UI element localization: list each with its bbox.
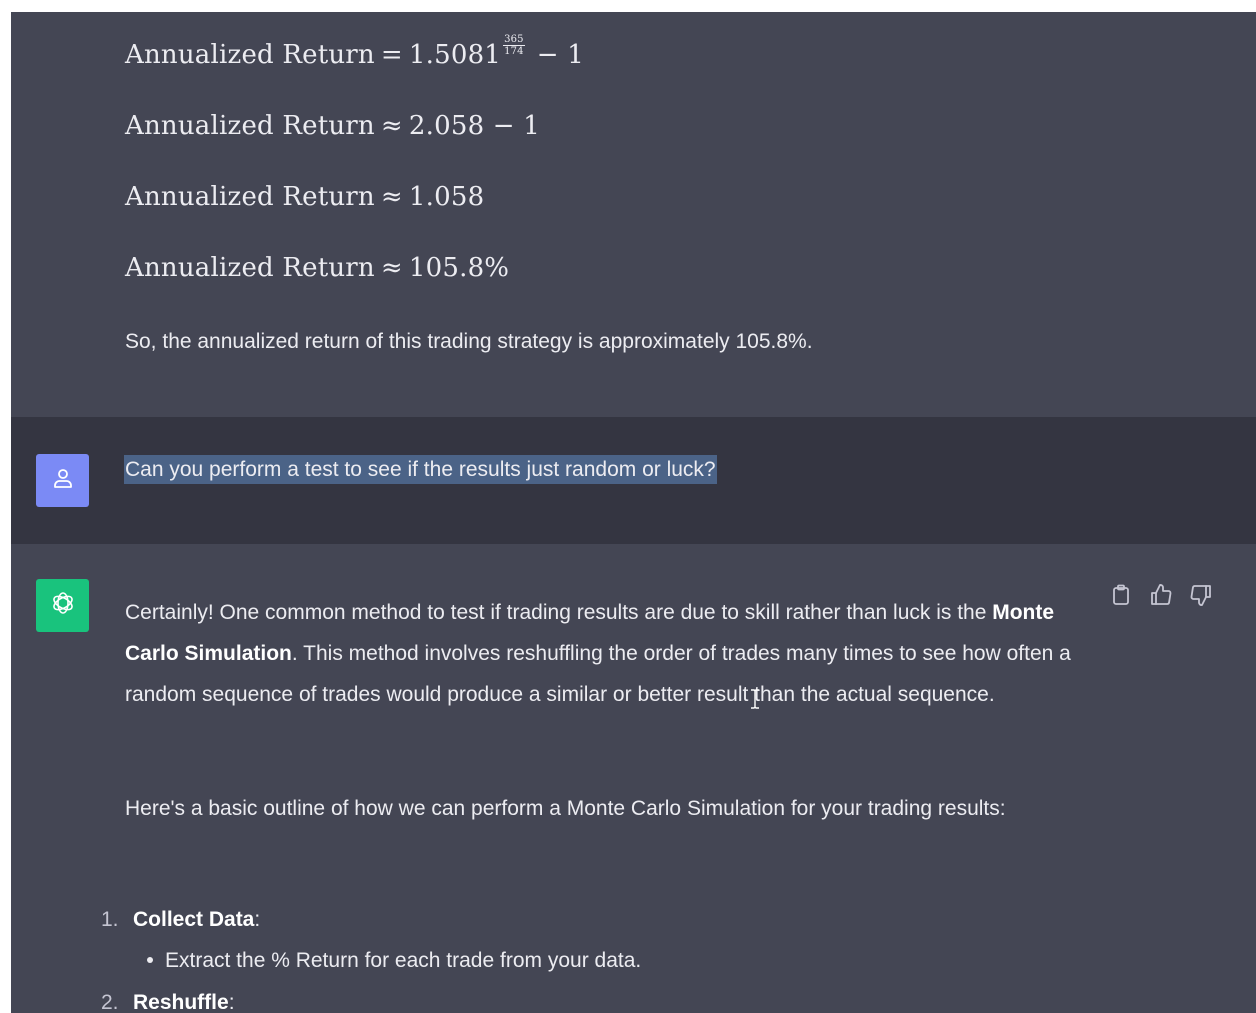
copy-button[interactable] [1109,584,1133,610]
equation-line-1: Annualized Return = 1.5081 365 174 − 1 [125,34,584,70]
equation-lhs: Annualized Return [125,111,375,141]
equation-line-3: Annualized Return ≈1.058 [125,182,484,212]
equation-lhs: Annualized Return [125,253,375,283]
list-number: 2. [101,991,119,1013]
equation-line-2: Annualized Return ≈2.058 − 1 [125,111,540,141]
equation-rhs: 105.8% [408,253,510,283]
text-cursor-icon [749,689,761,714]
assistant-paragraph-2: Here's a basic outline of how we can per… [125,797,1006,820]
exponent-fraction: 365 174 [503,34,525,57]
list-item-suffix: : [254,908,261,931]
equation-line-4: Annualized Return ≈105.8% [125,253,509,283]
summary-text: So, the annualized return of this tradin… [125,330,813,353]
equation-relation: ≈ [380,182,403,212]
user-message-row: Can you perform a test to see if the res… [11,417,1256,544]
equation-tail: − 1 [536,40,584,70]
user-icon [51,466,75,495]
thumbs-down-icon [1189,583,1213,612]
list-item: 2. Reshuffle: [101,991,235,1013]
user-message-text[interactable]: Can you perform a test to see if the res… [124,455,717,484]
exponent-denominator: 174 [504,46,524,57]
chat-thread: Annualized Return = 1.5081 365 174− 1 Annual… [11,12,1256,1013]
equation-rhs: 1.058 [408,182,485,212]
list-item-suffix: : [228,991,235,1013]
assistant-message-row: Certainly! One common method to test if … [11,544,1256,1013]
user-avatar [36,454,89,507]
list-item: 1. Collect Data: [101,908,260,932]
equation-lhs: Annualized Return [125,182,375,212]
paragraph-text: Certainly! One common method to test if … [125,601,993,624]
openai-logo-icon [48,588,78,623]
list-number: 1. [101,908,119,931]
thumbs-down-button[interactable] [1189,584,1213,610]
equation-lhs: Annualized Return [125,40,375,70]
copy-icon [1111,584,1131,611]
selected-text[interactable]: Can you perform a test to see if the res… [124,455,717,484]
assistant-paragraph-1: Certainly! One common method to test if … [125,592,1105,715]
bullet-icon [147,957,153,963]
equation-relation: ≈ [380,111,403,141]
equation-relation: ≈ [380,253,403,283]
previous-assistant-message: Annualized Return = 1.5081 365 174− 1 Annual… [11,12,1256,417]
thumbs-up-button[interactable] [1149,583,1173,612]
assistant-avatar [36,579,89,632]
list-item-title: Collect Data [133,908,255,931]
equation-base: 1.5081 [408,40,502,70]
thumbs-up-icon [1149,583,1173,612]
equation-relation: = [380,40,403,70]
exponent-numerator: 365 [503,34,525,46]
message-actions [1109,583,1213,612]
equation-rhs: 2.058 − 1 [408,111,540,141]
list-item-title: Reshuffle [133,991,229,1013]
list-sub-item-text: Extract the % Return for each trade from… [165,949,642,972]
list-sub-item: Extract the % Return for each trade from… [147,949,641,973]
